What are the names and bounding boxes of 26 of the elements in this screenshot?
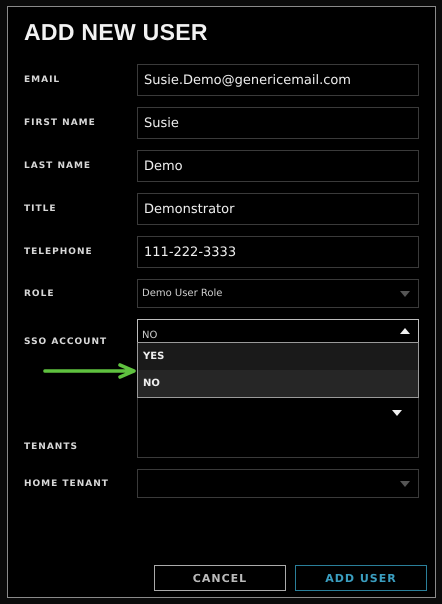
field-label: TELEPHONE: [24, 247, 94, 257]
caret-down-icon: [400, 480, 410, 486]
caret-up-icon: [400, 328, 410, 334]
text-field[interactable]: Demonstrator: [137, 193, 419, 225]
caret-down-icon: [400, 290, 410, 296]
dropdown-field[interactable]: [137, 469, 419, 498]
field-label: TENANTS: [24, 442, 79, 452]
field-label: HOME TENANT: [24, 478, 110, 488]
text-field[interactable]: Demo: [137, 150, 419, 182]
text-field[interactable]: Susie: [137, 107, 419, 139]
dialog-title: ADD NEW USER: [24, 19, 209, 46]
field-label: SSO ACCOUNT: [24, 337, 108, 347]
cancel-button[interactable]: CANCEL: [154, 565, 286, 591]
add-user-button[interactable]: ADD USER: [295, 565, 427, 591]
field-label: TITLE: [24, 204, 58, 214]
field-label: LAST NAME: [24, 161, 92, 171]
dropdown-option[interactable]: NO: [138, 370, 418, 397]
text-field[interactable]: Susie.Demo@genericemail.com: [137, 64, 419, 96]
caret-down-icon: [392, 410, 402, 416]
field-label: FIRST NAME: [24, 118, 97, 128]
dropdown-field[interactable]: Demo User Role: [137, 279, 419, 308]
field-label: ROLE: [24, 288, 56, 298]
arrow-icon: [42, 363, 138, 379]
field-label: EMAIL: [24, 75, 62, 85]
text-field[interactable]: 111-222-3333: [137, 236, 419, 268]
dropdown-field[interactable]: NO: [137, 319, 419, 343]
